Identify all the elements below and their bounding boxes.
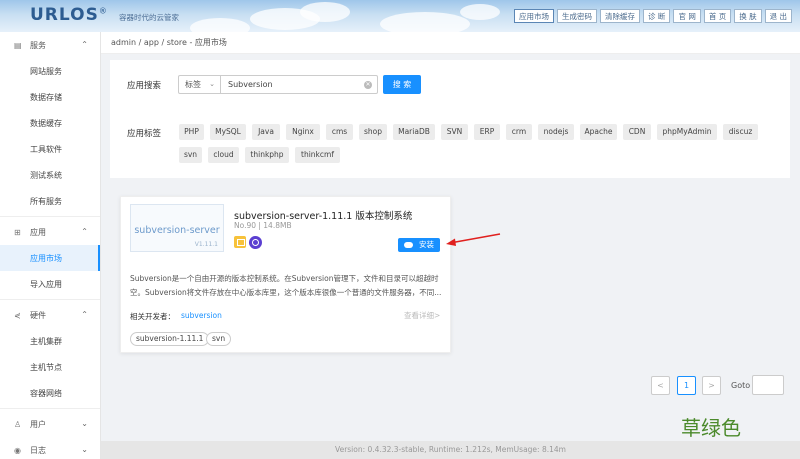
- app-meta: No.90 | 14.8MB: [234, 221, 292, 230]
- chevron-down-icon: ⌄: [81, 445, 88, 454]
- sidebar-item-all-services[interactable]: 所有服务: [0, 188, 100, 214]
- cloud-icon: [404, 242, 413, 248]
- page-1-button[interactable]: 1: [677, 376, 696, 395]
- footer: Version: 0.4.32.3-stable, Runtime: 1.212…: [101, 441, 800, 459]
- nav-home[interactable]: 首 页: [703, 9, 732, 23]
- next-page-button[interactable]: >: [702, 376, 721, 395]
- eye-icon: ◉: [14, 445, 21, 455]
- tag-java[interactable]: Java: [252, 124, 280, 140]
- sidebar-item-host-node[interactable]: 主机节点: [0, 354, 100, 380]
- app-tag-chip[interactable]: svn: [206, 332, 232, 346]
- tags-label: 应用标签: [127, 129, 162, 139]
- app-description: Subversion是一个自由开源的版本控制系统。在Subversion管理下，…: [130, 274, 442, 297]
- sidebar-item-web-service[interactable]: 网站服务: [0, 58, 100, 84]
- tag-phpmyadmin[interactable]: phpMyAdmin: [657, 124, 717, 140]
- sidebar-section-logs[interactable]: ◉ 日志 ⌄: [0, 437, 100, 459]
- sidebar-section-services[interactable]: ▤ 服务 ⌃: [0, 32, 100, 58]
- top-header: URLOS® 容器时代的云管家 应用市场 生成密码 清除缓存 诊 断 官 网 首…: [0, 0, 800, 32]
- grid-icon: ⊞: [14, 227, 21, 237]
- clear-icon[interactable]: ✕: [364, 81, 372, 89]
- nav-gen-password[interactable]: 生成密码: [557, 9, 598, 23]
- tag-shop[interactable]: shop: [359, 124, 387, 140]
- folder-icon: [234, 236, 246, 248]
- nav-skin[interactable]: 换 肤: [734, 9, 762, 23]
- tag-cloud[interactable]: cloud: [208, 147, 239, 163]
- watermark-text: 草绿色: [681, 416, 741, 440]
- tag-apache[interactable]: Apache: [580, 124, 617, 140]
- chevron-down-icon: ⌄: [81, 419, 88, 428]
- sidebar-item-import-app[interactable]: 导入应用: [0, 271, 100, 297]
- feature-icon: [249, 236, 262, 249]
- sidebar-divider: [0, 216, 100, 217]
- sidebar-divider: [0, 408, 100, 409]
- sidebar-section-hardware[interactable]: ⋞ 硬件 ⌃: [0, 302, 100, 328]
- sidebar-section-users[interactable]: ♙ 用户 ⌄: [0, 411, 100, 437]
- chevron-up-icon: ⌃: [81, 40, 88, 49]
- tag-discuz[interactable]: discuz: [723, 124, 758, 140]
- sidebar-item-data-cache[interactable]: 数据缓存: [0, 110, 100, 136]
- nav-official-site[interactable]: 官 网: [673, 9, 701, 23]
- tag-nodejs[interactable]: nodejs: [538, 124, 574, 140]
- sidebar-item-host-cluster[interactable]: 主机集群: [0, 328, 100, 354]
- tag-nginx[interactable]: Nginx: [286, 124, 320, 140]
- sidebar-item-test-system[interactable]: 测试系统: [0, 162, 100, 188]
- app-tag-chip[interactable]: subversion-1.11.1: [130, 332, 210, 346]
- arrow-annotation: [446, 233, 501, 246]
- app-title[interactable]: subversion-server-1.11.1 版本控制系统: [234, 208, 412, 222]
- tag-svn[interactable]: svn: [179, 147, 202, 163]
- server-icon: ▤: [14, 40, 22, 50]
- slogan: 容器时代的云管家: [119, 13, 179, 22]
- sidebar: ▤ 服务 ⌃ 网站服务 数据存储 数据缓存 工具软件 测试系统 所有服务 ⊞ 应…: [0, 32, 101, 459]
- search-input[interactable]: Subversion ✕: [220, 75, 378, 94]
- nav-app-market[interactable]: 应用市场: [514, 9, 555, 23]
- search-label: 应用搜索: [127, 81, 162, 91]
- sidebar-item-container-network[interactable]: 容器网络: [0, 380, 100, 406]
- tag-php[interactable]: PHP: [179, 124, 204, 140]
- sidebar-item-data-storage[interactable]: 数据存储: [0, 84, 100, 110]
- developer-label: 相关开发者：: [130, 312, 175, 321]
- sidebar-section-apps[interactable]: ⊞ 应用 ⌃: [0, 219, 100, 245]
- top-nav: 应用市场 生成密码 清除缓存 诊 断 官 网 首 页 换 肤 退 出: [514, 9, 792, 23]
- tag-crm[interactable]: crm: [506, 124, 532, 140]
- prev-page-button[interactable]: <: [651, 376, 670, 395]
- app-thumbnail[interactable]: subversion-server V1.11.1: [130, 204, 224, 252]
- install-button[interactable]: 安装: [398, 238, 440, 252]
- user-icon: ♙: [14, 419, 22, 429]
- tag-mysql[interactable]: MySQL: [210, 124, 246, 140]
- view-details-link[interactable]: 查看详细>: [404, 310, 440, 321]
- chevron-up-icon: ⌃: [81, 310, 88, 319]
- chevron-down-icon: ⌄: [209, 80, 215, 88]
- sidebar-item-tools[interactable]: 工具软件: [0, 136, 100, 162]
- app-thumb-name: subversion-server: [134, 225, 220, 236]
- app-thumb-version: V1.11.1: [194, 241, 218, 248]
- tag-mariadb[interactable]: MariaDB: [393, 124, 435, 140]
- tag-svn-upper[interactable]: SVN: [441, 124, 468, 140]
- tag-cdn[interactable]: CDN: [623, 124, 651, 140]
- nav-logout[interactable]: 退 出: [764, 9, 792, 23]
- tag-erp[interactable]: ERP: [474, 124, 500, 140]
- sidebar-item-app-market[interactable]: 应用市场: [0, 245, 100, 271]
- sidebar-divider: [0, 299, 100, 300]
- developer-link[interactable]: subversion: [181, 311, 222, 320]
- tag-cms[interactable]: cms: [326, 124, 353, 140]
- breadcrumb: admin / app / store - 应用市场: [101, 32, 800, 54]
- tag-thinkcmf[interactable]: thinkcmf: [295, 147, 340, 163]
- logo[interactable]: URLOS®: [30, 5, 108, 25]
- tag-thinkphp[interactable]: thinkphp: [245, 147, 289, 163]
- search-button[interactable]: 搜 索: [383, 75, 421, 94]
- share-icon: ⋞: [14, 310, 21, 320]
- nav-diagnose[interactable]: 诊 断: [643, 9, 671, 23]
- search-type-select[interactable]: 标签 ⌄: [178, 75, 221, 94]
- chevron-up-icon: ⌃: [81, 227, 88, 236]
- nav-clear-cache[interactable]: 清除缓存: [600, 9, 641, 23]
- goto-label: Goto: [731, 381, 751, 390]
- goto-input[interactable]: [752, 375, 784, 395]
